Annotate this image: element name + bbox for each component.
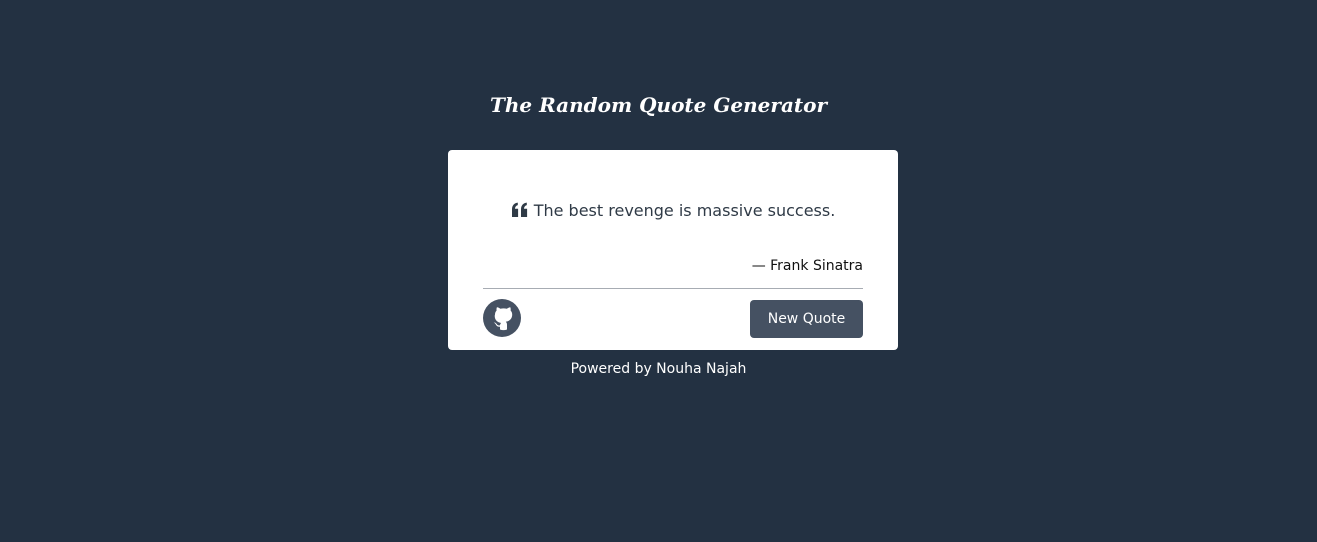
card-divider [483, 288, 863, 289]
quote-card: The best revenge is massive success. — F… [448, 150, 898, 350]
github-icon[interactable] [482, 298, 522, 338]
quote-author: — Frank Sinatra [751, 258, 863, 274]
powered-by-footer: Powered by Nouha Najah [570, 361, 747, 377]
page-title: The Random Quote Generator [489, 93, 828, 117]
quote-left-icon [511, 201, 529, 225]
quote-row: The best revenge is massive success. [448, 199, 898, 225]
new-quote-button[interactable]: New Quote [750, 300, 863, 338]
quote-text: The best revenge is massive success. [533, 201, 836, 220]
